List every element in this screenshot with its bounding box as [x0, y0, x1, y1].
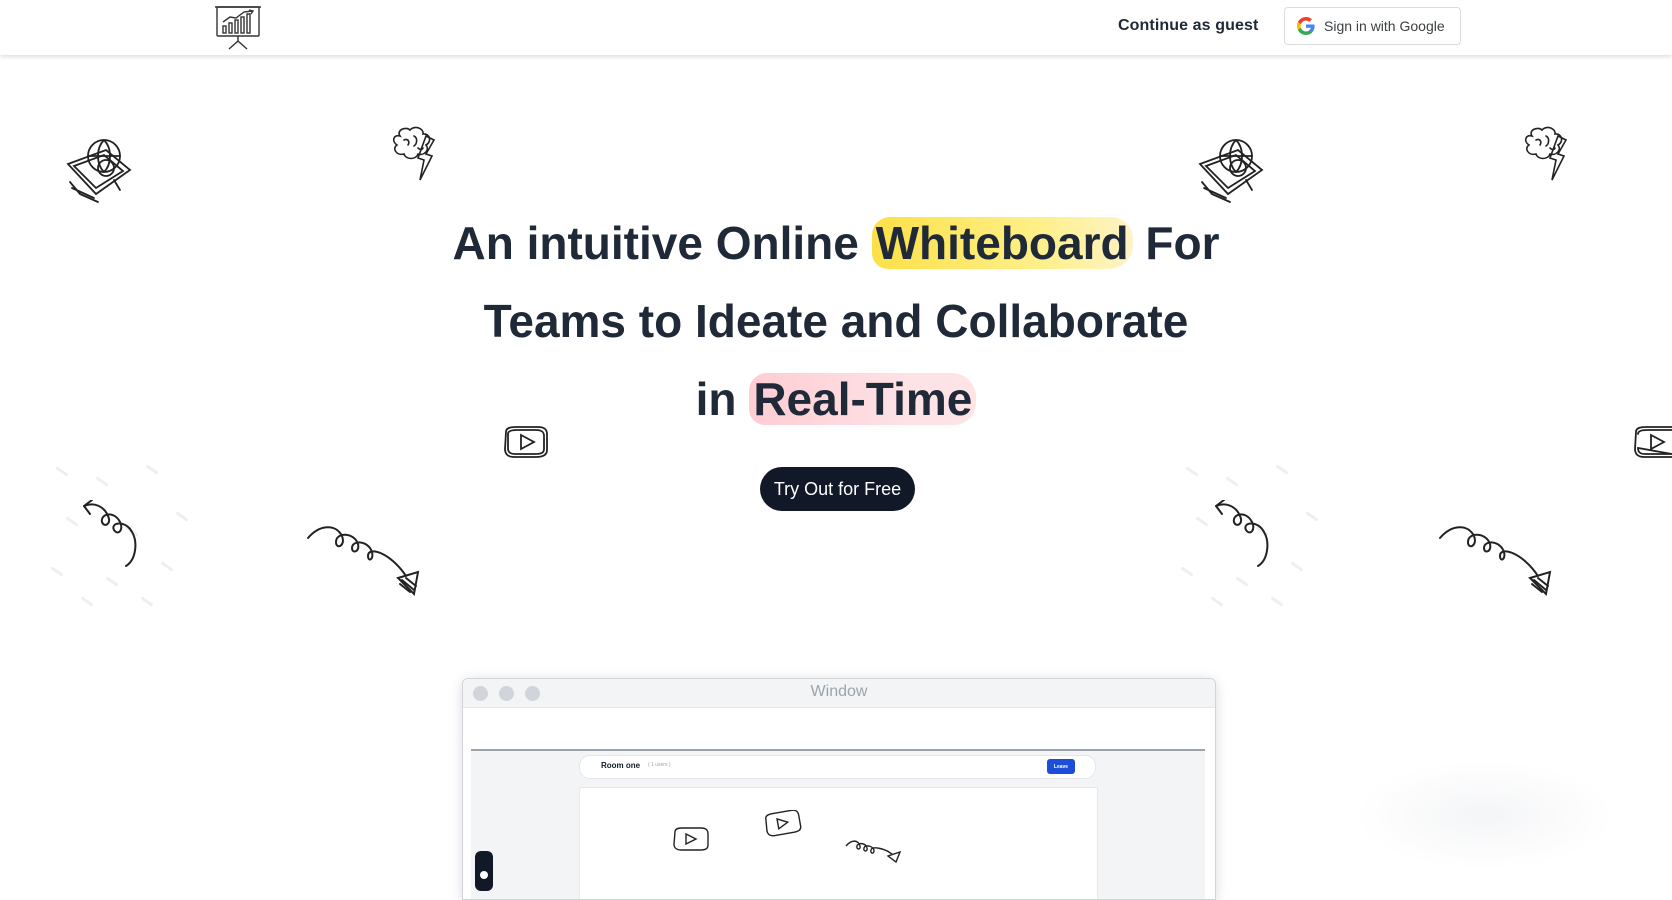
computer-globe-icon — [58, 136, 136, 206]
top-nav: Continue as guest Sign in with Google — [0, 0, 1672, 55]
app-preview-window: Window Room one ( 1 users ) Leave — [462, 678, 1216, 900]
highlight-whiteboard: Whiteboard — [871, 217, 1133, 269]
hero-text: in — [695, 373, 750, 425]
background-blob — [1355, 760, 1615, 870]
presentation-chart-icon[interactable] — [214, 4, 262, 50]
highlight-real-time: Real-Time — [749, 373, 977, 425]
room-header: Room one ( 1 users ) Leave — [579, 755, 1096, 779]
window-title: Window — [810, 683, 868, 700]
record-dot-icon — [480, 871, 488, 879]
window-title-bar: Window — [463, 679, 1215, 708]
app-screenshot: Room one ( 1 users ) Leave — [471, 749, 1205, 899]
hero-heading: An intuitive Online Whiteboard For Teams… — [0, 204, 1672, 438]
whiteboard-canvas — [579, 787, 1098, 899]
hero-text: For — [1132, 217, 1220, 269]
curly-arrow-icon — [1214, 500, 1294, 572]
hero-text: An intuitive Online — [452, 217, 872, 269]
leave-button: Leave — [1047, 759, 1075, 774]
curly-arrow-icon — [306, 522, 422, 598]
curly-arrow-icon — [82, 500, 162, 572]
continue-as-guest-link[interactable]: Continue as guest — [1118, 17, 1258, 35]
play-button-icon — [672, 826, 710, 852]
hero-line-1: An intuitive Online Whiteboard For — [453, 217, 1220, 269]
google-sign-in-button[interactable]: Sign in with Google — [1284, 7, 1461, 45]
hero-line-3: in Real-Time — [696, 373, 977, 425]
google-sign-in-label: Sign in with Google — [1324, 18, 1445, 34]
curly-arrow-icon — [844, 838, 902, 864]
play-button-icon — [764, 810, 802, 838]
curly-arrow-icon — [1438, 522, 1554, 598]
google-g-icon — [1297, 17, 1315, 35]
computer-globe-icon — [1190, 136, 1268, 206]
room-user-count: ( 1 users ) — [648, 762, 671, 768]
hero-line-2: Teams to Ideate and Collaborate — [483, 295, 1189, 347]
room-name: Room one — [601, 761, 641, 770]
brain-lightning-icon — [390, 126, 438, 182]
try-out-free-button[interactable]: Try Out for Free — [760, 467, 915, 511]
brain-lightning-icon — [1522, 126, 1570, 182]
drawing-toolbar — [475, 851, 493, 891]
